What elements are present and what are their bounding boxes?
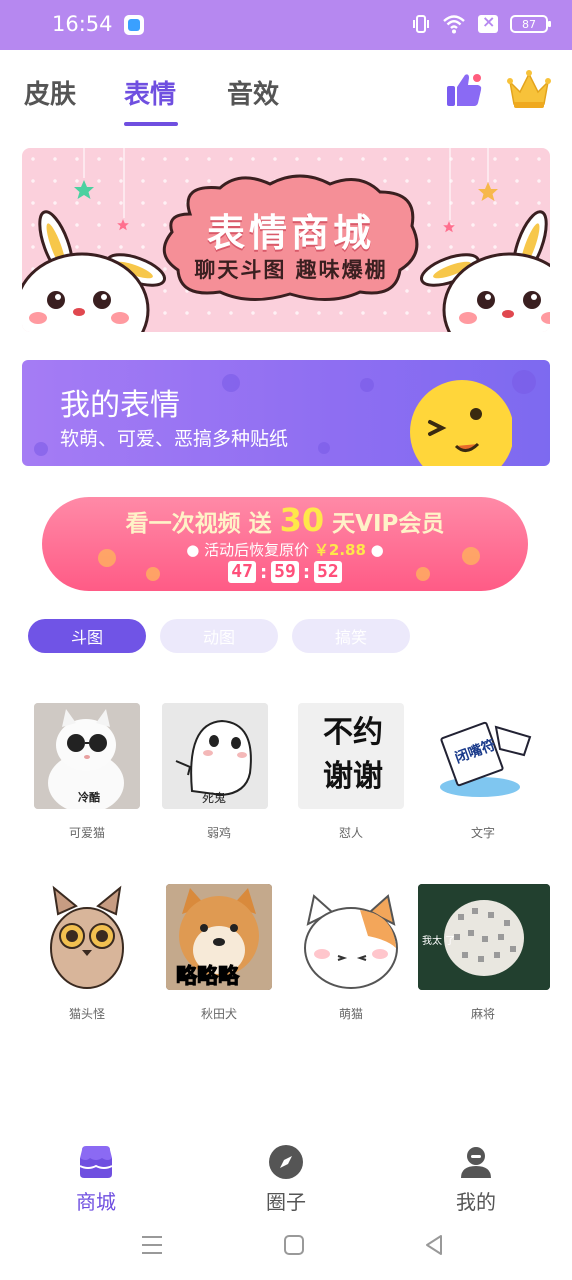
star-icon: [74, 180, 94, 199]
vip-promo-price: ￥2.88: [313, 541, 366, 559]
tab-skin[interactable]: 皮肤: [24, 74, 76, 111]
decor-bubble: [360, 378, 374, 392]
sticker-label: 麻将: [470, 1007, 495, 1021]
nav-shop-label: 商城: [76, 1190, 116, 1214]
decor-bubble: [222, 374, 240, 392]
my-stickers-title: 我的表情: [60, 388, 180, 423]
nav-me[interactable]: 我的: [426, 1144, 526, 1215]
menu-icon[interactable]: [140, 1233, 164, 1257]
banner-title: 表情商城: [206, 211, 375, 255]
sticker-pack-roast[interactable]: 不约 谢谢: [298, 703, 404, 809]
user-icon: [461, 1147, 491, 1178]
my-stickers-subtitle: 软萌、可爱、恶搞多种贴纸: [60, 428, 289, 450]
decor-bubble: [318, 442, 330, 454]
wifi-icon: [443, 15, 465, 34]
vip-promo-headline: 看一次视频 送 30 天VIP会员: [42, 501, 528, 539]
calico-cat-image: [304, 894, 398, 989]
vip-promo-note: 活动后恢复原价: [204, 541, 310, 559]
category-pill-funny[interactable]: 搞笑: [292, 619, 410, 653]
sticker-pack-cute-cat[interactable]: 冷酷: [34, 703, 140, 809]
bunny-icon: [420, 210, 550, 332]
wink-emoji-icon: [410, 380, 512, 466]
tab-stickers[interactable]: 表情: [124, 74, 176, 111]
top-tabs: 皮肤 表情 音效: [0, 70, 572, 130]
sticker-label: 萌猫: [338, 1007, 363, 1021]
vip-promo-prefix: 看一次视频 送: [125, 511, 272, 537]
sticker-pack-akita[interactable]: 略略略: [166, 884, 272, 990]
sticker-label: 猫头怪: [68, 1007, 105, 1021]
nav-circle-label: 圈子: [266, 1190, 306, 1214]
shop-icon: [79, 1146, 113, 1178]
status-bar: 16:54 87: [0, 0, 572, 50]
vip-promo-suffix: 天VIP会员: [332, 511, 445, 537]
nav-me-label: 我的: [456, 1190, 496, 1214]
sticker-label: 怼人: [338, 826, 363, 840]
vibrate-icon: [413, 15, 429, 33]
countdown-separator: :: [259, 561, 268, 583]
sticker-caption: 死鬼: [202, 791, 227, 805]
decor-bubble: [512, 370, 536, 394]
vip-crown-icon[interactable]: [506, 66, 552, 112]
category-pill-gif[interactable]: 动图: [160, 619, 278, 653]
sticker-label: 秋田犬: [200, 1007, 237, 1021]
owl-cat-image: [50, 885, 124, 989]
sticker-pack-text[interactable]: 闭嘴符: [430, 703, 536, 809]
sticker-pack-owl-cat[interactable]: [34, 884, 140, 990]
sticker-caption: 我太 了: [422, 936, 456, 947]
nav-circle[interactable]: 圈子: [236, 1144, 336, 1215]
sticker-pack-weak[interactable]: 死鬼: [162, 703, 268, 809]
app-notification-icon: [124, 15, 144, 35]
sticker-store-banner[interactable]: 表情商城 聊天斗图 趣味爆棚: [22, 148, 550, 332]
battery-icon: 87: [510, 15, 551, 33]
vip-promo-price-line: ● 活动后恢复原价 ￥2.88 ●: [186, 541, 384, 559]
countdown-seconds: 52: [314, 561, 342, 583]
status-icons: 87: [412, 12, 551, 35]
no-sim-icon: [478, 12, 498, 33]
back-icon[interactable]: [422, 1233, 446, 1257]
countdown-hours: 47: [228, 561, 256, 583]
decor-bubble: [34, 442, 48, 456]
star-icon: [478, 182, 498, 201]
sticker-pack-mahjong[interactable]: 我太 了: [418, 884, 550, 990]
sticker-pack-cute-cat2[interactable]: [298, 884, 404, 990]
countdown-separator: :: [302, 561, 311, 583]
vip-promo-days: 30: [279, 501, 325, 539]
compass-icon: [269, 1145, 303, 1179]
bunny-icon: [22, 210, 166, 332]
vip-promo-banner[interactable]: 看一次视频 送 30 天VIP会员 ● 活动后恢复原价 ￥2.88 ● 47 :…: [42, 497, 528, 591]
tab-sound[interactable]: 音效: [227, 74, 279, 111]
banner-subtitle: 聊天斗图 趣味爆棚: [194, 258, 388, 282]
sticker-caption: 略略略: [176, 964, 240, 989]
sticker-label: 文字: [470, 826, 495, 840]
sticker-label: 可爱猫: [68, 826, 105, 840]
sticker-caption: 冷酷: [78, 791, 100, 804]
thumbs-up-icon[interactable]: [444, 70, 484, 110]
sticker-label: 弱鸡: [206, 826, 231, 840]
sticker-caption: 不约 谢谢: [323, 715, 383, 794]
home-icon[interactable]: [282, 1233, 306, 1257]
my-stickers-banner[interactable]: 我的表情 软萌、可爱、恶搞多种贴纸: [22, 360, 550, 466]
countdown-minutes: 59: [271, 561, 299, 583]
category-pill-doutu[interactable]: 斗图: [28, 619, 146, 653]
nav-shop[interactable]: 商城: [46, 1144, 146, 1215]
status-time: 16:54: [52, 12, 113, 36]
active-tab-indicator: [124, 122, 178, 126]
countdown-timer: 47 : 59 : 52: [42, 561, 528, 583]
